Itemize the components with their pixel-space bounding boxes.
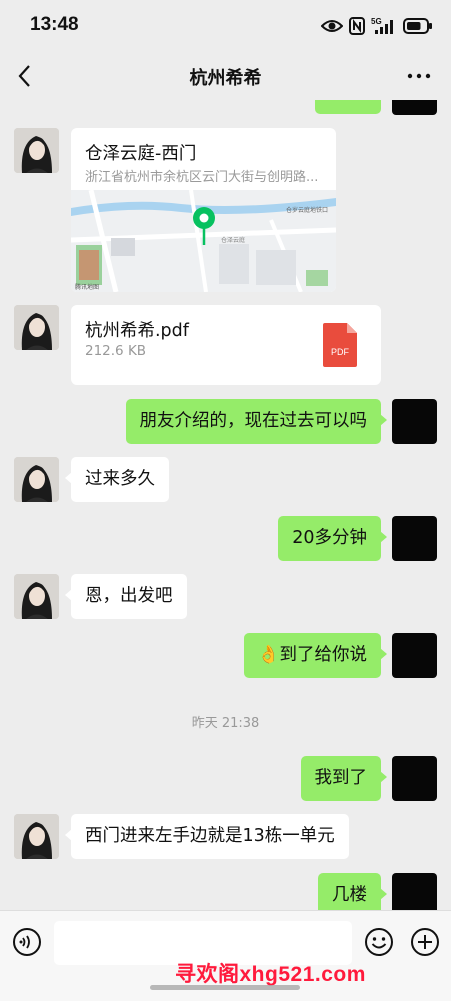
emoji-icon[interactable]	[363, 926, 395, 958]
contact-avatar[interactable]	[14, 128, 59, 173]
my-avatar[interactable]	[392, 633, 437, 678]
sent-message[interactable]: 朋友介绍的，现在过去可以吗	[125, 399, 387, 444]
sent-message[interactable]: 20多分钟	[278, 516, 387, 561]
my-avatar[interactable]	[392, 756, 437, 801]
location-address: 浙江省杭州市余杭区云门大街与创明路...	[85, 170, 319, 185]
girl-avatar-image	[14, 128, 59, 173]
voice-input-icon[interactable]	[11, 926, 43, 958]
more-options-icon[interactable]	[405, 64, 433, 88]
contact-avatar[interactable]	[14, 574, 59, 619]
location-message-card[interactable]: 仓泽云庭-西门 浙江省杭州市余杭区云门大街与创明路... 仓泽云庭 仓岁云庭地铁…	[71, 128, 336, 292]
add-attachment-icon[interactable]	[409, 926, 441, 958]
girl-avatar-image	[14, 574, 59, 619]
map-label-station: 仓岁云庭地铁口	[286, 206, 328, 214]
location-name: 仓泽云庭-西门	[85, 144, 197, 164]
battery-icon	[403, 18, 432, 34]
girl-avatar-image	[14, 457, 59, 502]
status-time: 13:48	[30, 14, 79, 35]
map-provider-label: 腾讯地图	[75, 283, 99, 291]
location-map-thumbnail: 仓泽云庭 仓岁云庭地铁口 腾讯地图	[71, 190, 336, 292]
received-message[interactable]: 恩，出发吧	[65, 574, 187, 619]
my-avatar[interactable]	[392, 516, 437, 561]
message-timestamp: 昨天 21:38	[191, 716, 260, 731]
pdf-icon-label: PDF	[331, 347, 350, 357]
sent-message-text: 到了给你说	[279, 645, 368, 665]
girl-avatar-image	[14, 814, 59, 859]
chat-title: 杭州希希	[189, 68, 262, 89]
home-indicator[interactable]	[150, 985, 300, 990]
sent-message[interactable]: 我到了	[300, 756, 387, 801]
received-message[interactable]: 过来多久	[65, 457, 169, 502]
file-name: 杭州希希.pdf	[85, 321, 189, 341]
contact-avatar[interactable]	[14, 305, 59, 350]
signal-icon: 5G	[371, 17, 393, 34]
network-type-label: 5G	[371, 17, 382, 26]
contact-avatar[interactable]	[14, 457, 59, 502]
previous-sent-bubble[interactable]	[315, 100, 381, 114]
file-message-card[interactable]: 杭州希希.pdf 212.6 KB PDF	[71, 305, 381, 385]
ok-hand-emoji: 👌	[257, 645, 280, 665]
pdf-file-icon: PDF	[323, 323, 357, 367]
map-label-poi: 仓泽云庭	[221, 236, 245, 244]
my-avatar[interactable]	[392, 873, 437, 910]
sent-message[interactable]: 几楼	[318, 873, 387, 910]
status-bar: 13:48 5G	[0, 0, 451, 52]
chat-header: 杭州希希	[0, 52, 451, 100]
status-icons: 5G	[321, 14, 433, 38]
eye-icon	[321, 20, 343, 32]
my-avatar[interactable]	[392, 399, 437, 444]
file-size: 212.6 KB	[85, 343, 147, 359]
received-message[interactable]: 西门进来左手边就是13栋一单元	[65, 814, 349, 859]
sent-message[interactable]: 👌到了给你说	[243, 633, 388, 678]
contact-avatar[interactable]	[14, 814, 59, 859]
nfc-icon	[349, 17, 365, 35]
message-list[interactable]: 仓泽云庭-西门 浙江省杭州市余杭区云门大街与创明路... 仓泽云庭 仓岁云庭地铁…	[0, 100, 451, 910]
girl-avatar-image	[14, 305, 59, 350]
my-avatar[interactable]	[392, 100, 437, 115]
watermark-text: 寻欢阁xhg521.com	[175, 963, 366, 986]
